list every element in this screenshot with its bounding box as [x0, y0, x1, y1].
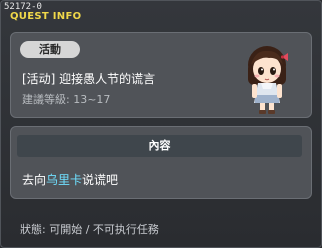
content-text-after: 说谎吧 — [82, 173, 119, 187]
content-header: 內容 — [17, 135, 302, 157]
quest-content-panel: 內容 去向乌里卡说谎吧 — [10, 126, 312, 199]
quest-status: 狀態: 可開始 / 不可执行任務 — [20, 223, 159, 236]
quest-category-badge: 活動 — [20, 41, 80, 58]
quest-title: [活动] 迎接愚人节的谎言 — [22, 72, 156, 86]
quest-info-window: 52172-0 QUEST INFO 活動 [活动] 迎接愚人节的谎言 建議等級… — [0, 0, 322, 248]
window-title: QUEST INFO — [10, 11, 82, 22]
npc-name-link[interactable]: 乌里卡 — [46, 173, 82, 187]
recommended-level: 建議等級: 13~17 — [22, 93, 111, 106]
quest-summary-panel: 活動 [活动] 迎接愚人节的谎言 建議等級: 13~17 — [10, 32, 312, 118]
content-text: 去向乌里卡说谎吧 — [22, 171, 118, 188]
girl-npc-icon — [248, 46, 288, 114]
content-text-before: 去向 — [22, 173, 47, 187]
